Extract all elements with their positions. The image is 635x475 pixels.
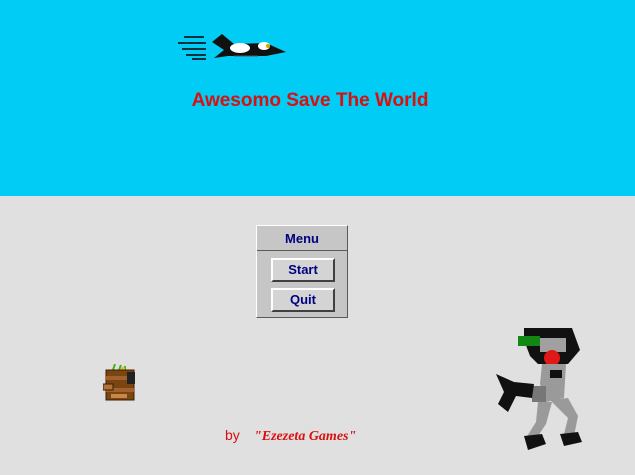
game-title: Awesomo Save The World [191, 90, 429, 111]
robot-enemy-icon [494, 326, 594, 461]
credit-by: by [225, 427, 240, 443]
main-menu: Menu Start Quit [256, 225, 348, 318]
start-button[interactable]: Start [271, 258, 335, 282]
jet-sprite-icon [176, 30, 288, 67]
quit-button[interactable]: Quit [271, 288, 335, 312]
treasure-crate-icon [102, 363, 139, 407]
menu-header: Menu [257, 226, 347, 251]
credit-author: "Ezezeta Games" [254, 429, 357, 444]
